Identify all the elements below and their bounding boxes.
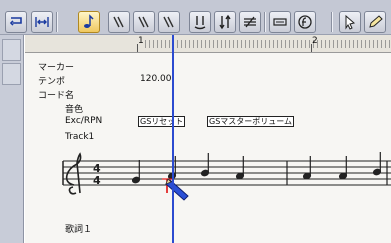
quarter-note[interactable] [200, 153, 210, 177]
treble-clef-icon [65, 152, 82, 195]
rest-a-button[interactable] [108, 11, 130, 33]
text-box-icon [273, 18, 287, 26]
toolbar-separator [331, 12, 333, 32]
quarter-note[interactable] [302, 156, 312, 180]
score-editor[interactable]: 1 2 マーカー テンポ 120.00 コード名 音色 Exc/RPN GSリセ… [25, 35, 391, 243]
rest-b-button[interactable] [133, 11, 155, 33]
updown-icon [219, 14, 231, 30]
pointer-button[interactable] [339, 11, 361, 33]
note-tool-button[interactable] [78, 11, 100, 33]
pencil-icon [369, 15, 383, 28]
rest-a-icon [113, 16, 124, 28]
dynamics-button[interactable] [294, 11, 316, 33]
toolbar [0, 0, 391, 35]
playback-cursor-line [172, 35, 174, 243]
staff[interactable]: 4 4 [25, 35, 391, 243]
rest-c-button[interactable] [158, 11, 180, 33]
left-panel [0, 35, 24, 243]
quarter-note[interactable] [131, 160, 141, 184]
quarter-note[interactable] [372, 152, 382, 176]
loop-left-icon [9, 17, 22, 26]
toolbar-separator [264, 12, 266, 32]
updown-button[interactable] [214, 11, 236, 33]
dynamics-icon [298, 15, 312, 29]
quarter-note[interactable] [338, 156, 348, 180]
left-panel-segment[interactable] [2, 63, 21, 85]
rest-c-icon [163, 16, 174, 28]
tie-icon [194, 16, 206, 30]
slur-button[interactable] [239, 11, 261, 33]
pencil-button[interactable] [364, 11, 386, 33]
note-tool-icon [84, 14, 94, 28]
loop-left-button[interactable] [5, 11, 27, 33]
time-sig-bottom: 4 [93, 174, 101, 187]
toolbar-separator [56, 12, 58, 32]
tie-button[interactable] [189, 11, 211, 33]
fit-width-button[interactable] [31, 11, 53, 33]
fit-width-icon [35, 17, 49, 27]
pointer-icon [345, 14, 356, 30]
left-panel-segment[interactable] [2, 39, 21, 61]
pencil-cursor-icon [162, 178, 189, 201]
text-box-button[interactable] [269, 11, 291, 33]
slur-icon [244, 16, 256, 28]
quarter-note[interactable] [235, 156, 245, 180]
rest-b-icon [138, 16, 149, 28]
